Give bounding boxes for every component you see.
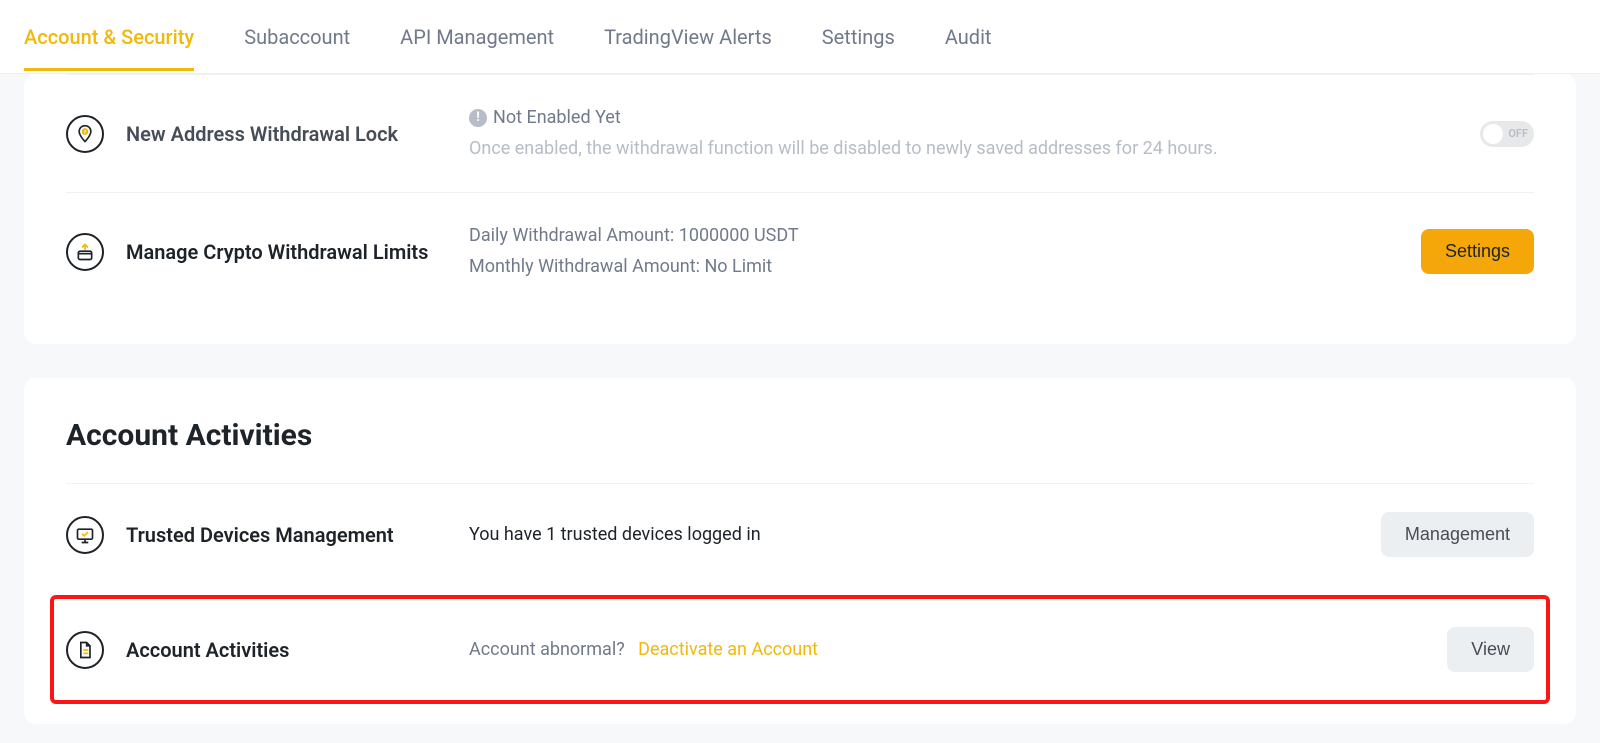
withdrawal-lock-desc: ! Not Enabled Yet Once enabled, the with… (469, 103, 1460, 164)
account-abnormal-prompt: Account abnormal? (469, 639, 625, 660)
security-card: N New Address Withdrawal Lock ! Not Enab… (24, 74, 1576, 344)
withdrawal-limits-monthly: Monthly Withdrawal Amount: No Limit (469, 252, 1401, 283)
tab-audit[interactable]: Audit (945, 3, 992, 71)
location-lock-icon: N (66, 115, 104, 153)
tab-api-management[interactable]: API Management (400, 3, 554, 71)
withdrawal-lock-title: New Address Withdrawal Lock (104, 122, 469, 146)
account-activities-title: Account Activities (104, 638, 469, 662)
withdrawal-limits-settings-button[interactable]: Settings (1421, 229, 1534, 274)
activities-card: Account Activities Trusted Devices Manag… (24, 378, 1576, 724)
deactivate-account-link[interactable]: Deactivate an Account (638, 639, 818, 660)
row-withdrawal-lock: N New Address Withdrawal Lock ! Not Enab… (66, 74, 1534, 192)
tab-tradingview-alerts[interactable]: TradingView Alerts (604, 3, 772, 71)
toggle-off-label: OFF (1508, 127, 1528, 140)
account-activities-desc: Account abnormal? Deactivate an Account (469, 635, 1427, 666)
account-activities-highlight: Account Activities Account abnormal? Dea… (50, 595, 1550, 704)
tab-settings[interactable]: Settings (822, 3, 895, 71)
account-activities-view-button[interactable]: View (1447, 627, 1534, 672)
account-activities-heading: Account Activities (66, 418, 1534, 484)
row-account-activities: Account Activities Account abnormal? Dea… (66, 599, 1534, 700)
withdrawal-box-icon (66, 233, 104, 271)
withdrawal-limits-daily: Daily Withdrawal Amount: 1000000 USDT (469, 221, 1401, 252)
info-icon: ! (469, 109, 487, 127)
trusted-devices-desc: You have 1 trusted devices logged in (469, 520, 1361, 551)
monitor-icon (66, 516, 104, 554)
trusted-devices-title: Trusted Devices Management (104, 523, 469, 547)
withdrawal-lock-toggle[interactable]: OFF (1480, 121, 1534, 147)
tabs-nav: Account & Security Subaccount API Manage… (0, 0, 1600, 74)
tab-account-security[interactable]: Account & Security (24, 3, 194, 71)
withdrawal-limits-desc: Daily Withdrawal Amount: 1000000 USDT Mo… (469, 221, 1401, 282)
row-withdrawal-limits: Manage Crypto Withdrawal Limits Daily Wi… (66, 192, 1534, 310)
row-trusted-devices: Trusted Devices Management You have 1 tr… (66, 484, 1534, 585)
svg-text:N: N (83, 130, 87, 136)
withdrawal-lock-status: Not Enabled Yet (493, 103, 621, 134)
withdrawal-lock-description: Once enabled, the withdrawal function wi… (469, 134, 1460, 165)
withdrawal-limits-title: Manage Crypto Withdrawal Limits (104, 240, 469, 264)
trusted-devices-management-button[interactable]: Management (1381, 512, 1534, 557)
tab-subaccount[interactable]: Subaccount (244, 3, 350, 71)
document-icon (66, 631, 104, 669)
